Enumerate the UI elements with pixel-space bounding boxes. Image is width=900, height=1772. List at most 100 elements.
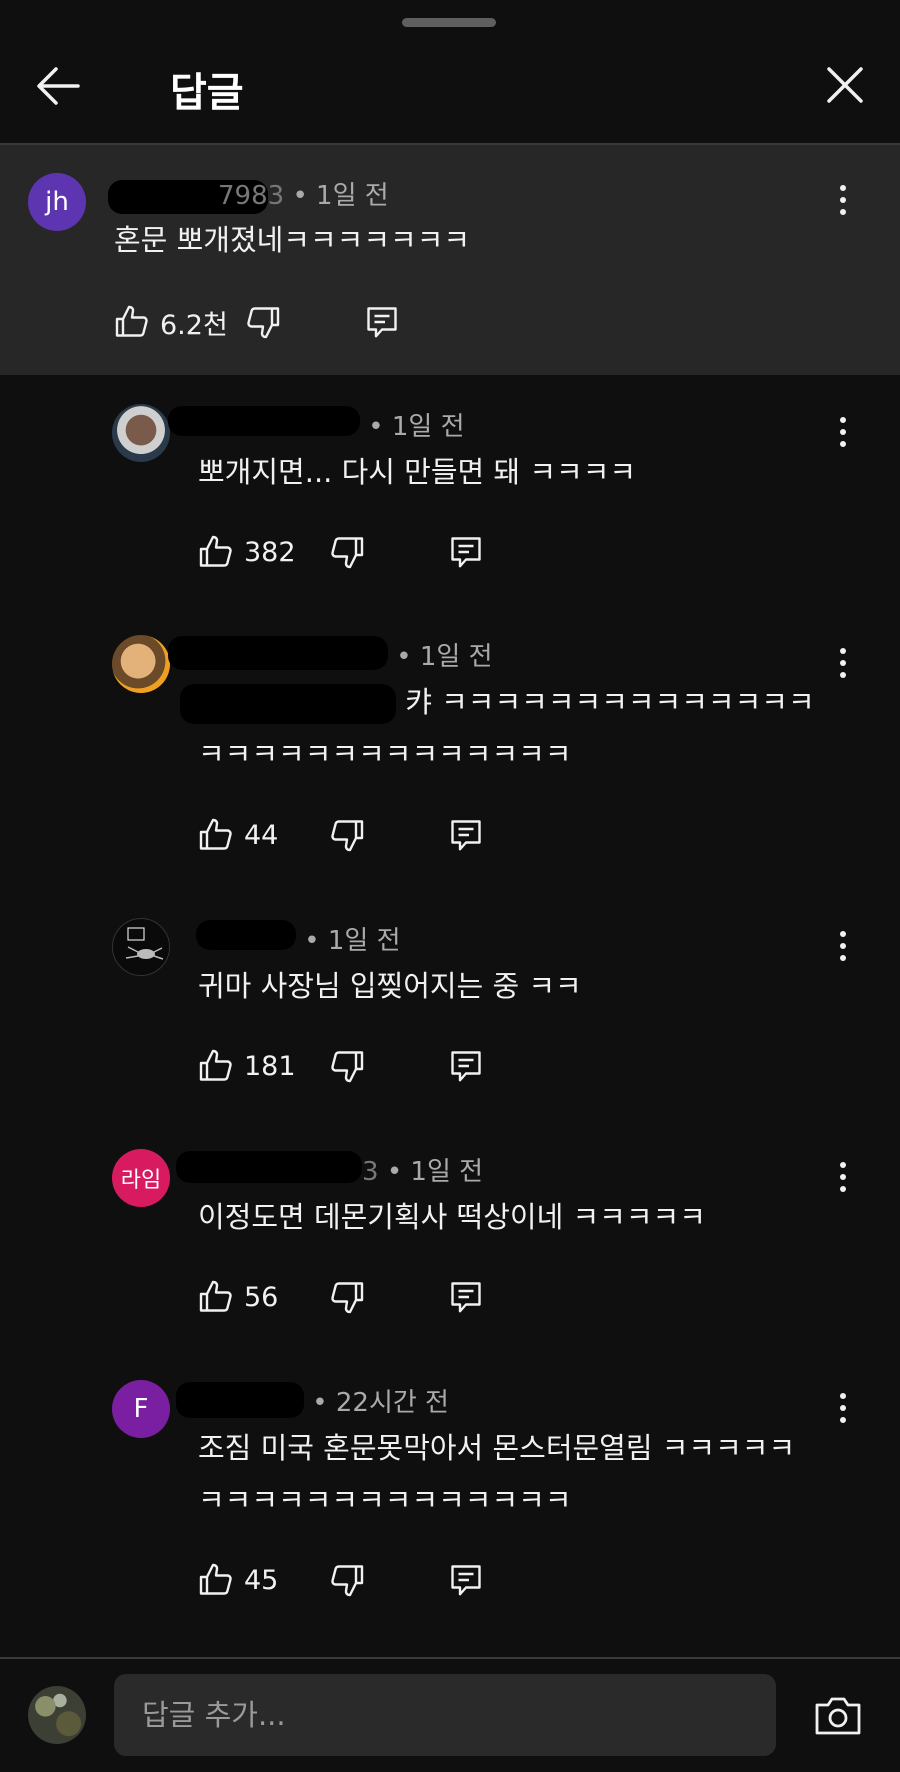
bottom-divider <box>0 1657 900 1659</box>
comment-meta: • 22시간 전 <box>176 1382 449 1419</box>
comment-text: 뽀개지면... 다시 만들면 돼 ㅋㅋㅋㅋ <box>198 446 636 498</box>
redacted-username <box>168 636 388 670</box>
comment-line: 뽀개지면... 다시 만들면 돼 ㅋㅋㅋㅋ <box>198 455 637 489</box>
redacted-mention <box>180 684 396 724</box>
comment-line: 이정도면 데몬기획사 떡상이네 ㅋㅋㅋㅋㅋ <box>198 1200 706 1234</box>
crab-icon <box>125 927 164 960</box>
reply-button[interactable] <box>448 1555 484 1605</box>
like-count: 45 <box>244 1564 279 1596</box>
thumb-down-icon <box>331 1051 364 1083</box>
avatar[interactable]: F <box>112 1380 170 1438</box>
comment-line: 조짐 미국 혼문못막아서 몬스터문열림 ㅋㅋㅋㅋㅋ <box>198 1431 796 1465</box>
comment-line: ㅋㅋㅋㅋㅋㅋㅋㅋㅋㅋㅋㅋㅋㅋ <box>198 1483 572 1517</box>
comment-text: 조짐 미국 혼문못막아서 몬스터문열림 ㅋㅋㅋㅋㅋ ㅋㅋㅋㅋㅋㅋㅋㅋㅋㅋㅋㅋㅋㅋ <box>198 1422 795 1526</box>
more-options-button[interactable] <box>828 1386 858 1430</box>
comment-actions: 6.2천 <box>114 297 414 347</box>
reply-input[interactable] <box>114 1674 776 1756</box>
dislike-button[interactable] <box>329 1272 365 1322</box>
username-fragment: 7983 <box>218 181 285 211</box>
avatar[interactable]: 라임 <box>112 1149 170 1207</box>
comment-reply-icon <box>451 537 481 568</box>
more-options-button[interactable] <box>828 410 858 454</box>
thumb-down-icon <box>331 1565 364 1597</box>
thumb-down-icon <box>247 307 280 339</box>
comment-time: • 22시간 전 <box>312 1388 449 1418</box>
like-count: 382 <box>244 536 296 568</box>
comment-actions: 382 <box>198 527 498 577</box>
thumb-up-icon <box>115 305 148 337</box>
like-button[interactable]: 6.2천 <box>114 297 228 347</box>
thumb-down-icon <box>331 537 364 569</box>
comment-meta: • 1일 전 <box>168 406 465 443</box>
redacted-username <box>176 1382 304 1418</box>
thumb-up-icon <box>199 1563 232 1595</box>
reply-button[interactable] <box>448 1041 484 1091</box>
thumb-up-icon <box>199 1280 232 1312</box>
comment-text: 귀마 사장님 입찢어지는 중 ㅋㅋ <box>198 960 582 1012</box>
comment-time: • 1일 전 <box>386 1157 484 1187</box>
comment-reply-icon <box>451 820 481 851</box>
close-icon <box>827 67 863 103</box>
comment-actions: 45 <box>198 1555 498 1605</box>
replies-header: 답글 <box>0 0 900 143</box>
dislike-button[interactable] <box>245 297 281 347</box>
avatar[interactable] <box>112 404 170 462</box>
more-options-button[interactable] <box>828 1155 858 1199</box>
like-count: 44 <box>244 819 279 851</box>
close-button[interactable] <box>820 60 870 110</box>
parent-comment: jh 7983 • 1일 전 혼문 뽀개졌네ㅋㅋㅋㅋㅋㅋㅋ 6.2천 <box>0 145 900 375</box>
like-button[interactable]: 56 <box>198 1272 278 1322</box>
thumb-down-icon <box>331 1282 364 1314</box>
avatar-initials: jh <box>45 187 69 217</box>
redacted-username <box>168 406 360 436</box>
dislike-button[interactable] <box>329 810 365 860</box>
avatar[interactable] <box>112 635 170 693</box>
comment-text: 이정도면 데몬기획사 떡상이네 ㅋㅋㅋㅋㅋ <box>198 1191 706 1243</box>
more-options-button[interactable] <box>828 178 858 222</box>
more-options-button[interactable] <box>828 641 858 685</box>
like-button[interactable]: 382 <box>198 527 296 577</box>
comment-meta: • 1일 전 <box>168 636 493 673</box>
dislike-button[interactable] <box>329 527 365 577</box>
comment-line: 귀마 사장님 입찢어지는 중 ㅋㅋ <box>198 969 582 1003</box>
thumb-up-icon <box>199 818 232 850</box>
comment-text: 캬 ㅋㅋㅋㅋㅋㅋㅋㅋㅋㅋㅋㅋㅋㅋ ㅋㅋㅋㅋㅋㅋㅋㅋㅋㅋㅋㅋㅋㅋ <box>180 676 815 780</box>
arrow-left-icon <box>37 67 80 105</box>
like-count: 6.2천 <box>160 309 228 341</box>
comment-actions: 181 <box>198 1041 498 1091</box>
avatar[interactable] <box>112 918 170 976</box>
like-button[interactable]: 45 <box>198 1555 278 1605</box>
comment-line: ㅋㅋㅋㅋㅋㅋㅋㅋㅋㅋㅋㅋㅋㅋ <box>198 737 572 771</box>
like-count: 56 <box>244 1281 279 1313</box>
reply-button[interactable] <box>448 810 484 860</box>
avatar-initials: F <box>133 1394 149 1424</box>
dislike-button[interactable] <box>329 1041 365 1091</box>
page-title: 답글 <box>170 70 244 116</box>
my-avatar <box>28 1686 86 1744</box>
comment-time: • 1일 전 <box>396 642 493 672</box>
comment-reply-icon <box>451 1282 481 1313</box>
comment-actions: 56 <box>198 1272 498 1322</box>
reply-button[interactable] <box>448 527 484 577</box>
comment-time: • 1일 전 <box>304 926 401 956</box>
camera-button[interactable] <box>812 1690 864 1742</box>
comment-time: • 1일 전 <box>292 181 389 211</box>
avatar[interactable]: jh <box>28 173 86 231</box>
comment-meta: 7983 • 1일 전 <box>108 175 389 214</box>
more-options-button[interactable] <box>828 924 858 968</box>
comment-time: • 1일 전 <box>368 412 465 442</box>
thumb-down-icon <box>331 820 364 852</box>
comment-reply-icon <box>367 307 397 338</box>
comment-reply-icon <box>451 1565 481 1596</box>
reply-button[interactable] <box>448 1272 484 1322</box>
thumb-up-icon <box>199 535 232 567</box>
comment-meta: 3 • 1일 전 <box>176 1151 483 1188</box>
reply-button[interactable] <box>364 297 400 347</box>
camera-icon <box>815 1697 861 1735</box>
back-button[interactable] <box>30 58 86 114</box>
comment-reply-icon <box>451 1051 481 1082</box>
dislike-button[interactable] <box>329 1555 365 1605</box>
redacted-username <box>196 920 296 950</box>
like-button[interactable]: 44 <box>198 810 278 860</box>
like-button[interactable]: 181 <box>198 1041 296 1091</box>
